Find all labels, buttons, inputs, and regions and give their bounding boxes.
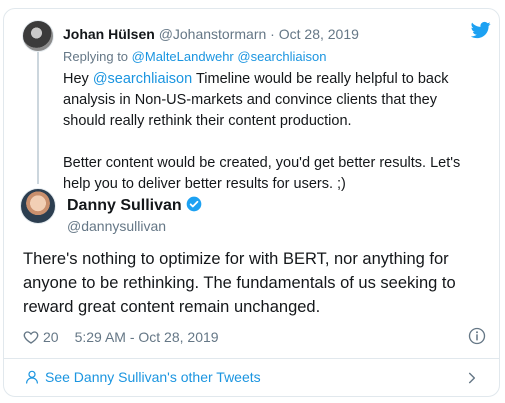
parent-tweet-header: Johan Hülsen @Johanstormarn · Oct 28, 20…: [63, 26, 359, 42]
like-count[interactable]: 20: [43, 329, 59, 345]
parent-tweet-date[interactable]: Oct 28, 2019: [279, 26, 359, 42]
parent-author-avatar[interactable]: [22, 20, 54, 52]
replying-to: Replying to @MalteLandwehr @searchliaiso…: [63, 49, 326, 64]
chevron-right-icon[interactable]: [465, 371, 479, 385]
parent-tweet-paragraph-1: Hey @searchliaison Timeline would be rea…: [63, 69, 483, 132]
parent-tweet-paragraph-2: Better content would be created, you'd g…: [63, 155, 461, 192]
parent-tweet-text: Hey @searchliaison Timeline would be rea…: [63, 69, 483, 195]
see-other-tweets-link[interactable]: See Danny Sullivan's other Tweets: [24, 369, 261, 385]
info-icon[interactable]: [468, 327, 486, 345]
see-other-tweets-label[interactable]: See Danny Sullivan's other Tweets: [45, 369, 261, 385]
twitter-bird-icon[interactable]: [471, 20, 491, 40]
mention-searchliaison[interactable]: @searchliaison: [93, 71, 192, 87]
heart-icon[interactable]: [23, 329, 39, 345]
replying-to-prefix: Replying to: [63, 49, 129, 64]
thread-connector-line: [37, 48, 39, 184]
main-tweet-text: There's nothing to optimize for with BER…: [23, 250, 456, 316]
parent-author-name[interactable]: Johan Hülsen: [63, 26, 155, 42]
para1-prefix: Hey: [63, 71, 93, 87]
replying-to-users[interactable]: @MalteLandwehr @searchliaison: [132, 49, 327, 64]
person-icon: [26, 370, 38, 384]
meta-separator: ·: [270, 26, 275, 42]
main-author-name-row[interactable]: Danny Sullivan: [67, 196, 202, 215]
verified-badge-icon: [186, 196, 202, 212]
tweet-timestamp[interactable]: 5:29 AM - Oct 28, 2019: [75, 329, 219, 345]
main-author-avatar[interactable]: [20, 188, 56, 224]
parent-author-handle[interactable]: @Johanstormarn: [159, 26, 267, 42]
main-author-name[interactable]: Danny Sullivan: [67, 197, 182, 214]
footer-divider: [3, 358, 500, 359]
tweet-action-row: 20 5:29 AM - Oct 28, 2019: [23, 329, 219, 345]
main-author-handle[interactable]: @dannysullivan: [67, 218, 166, 234]
